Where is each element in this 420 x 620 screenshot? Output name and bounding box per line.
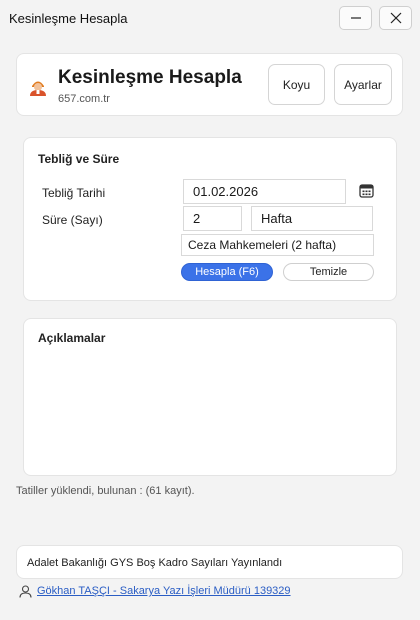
window-titlebar: Kesinleşme Hesapla — [0, 0, 420, 36]
minimize-button[interactable] — [339, 6, 372, 30]
calendar-icon[interactable] — [359, 183, 374, 198]
calculate-button[interactable]: Hesapla (F6) — [181, 263, 273, 281]
settings-button[interactable]: Ayarlar — [334, 64, 392, 105]
minimize-icon — [350, 17, 361, 19]
description-card: Açıklamalar — [23, 318, 397, 476]
close-icon — [390, 12, 401, 24]
unit-select[interactable]: Hafta — [251, 206, 373, 231]
news-card[interactable]: Adalet Bakanlığı GYS Boş Kadro Sayıları … — [16, 545, 403, 579]
author-link[interactable]: Gökhan TAŞÇI - Sakarya Yazı İşleri Müdür… — [37, 585, 291, 597]
date-label: Tebliğ Tarihi — [42, 186, 106, 200]
header-card: Kesinleşme Hesapla 657.com.tr Koyu Ayarl… — [16, 53, 403, 116]
description-title: Açıklamalar — [38, 331, 106, 345]
clear-button[interactable]: Temizle — [283, 263, 374, 281]
news-text: Adalet Bakanlığı GYS Boş Kadro Sayıları … — [27, 557, 283, 569]
app-url: 657.com.tr — [58, 93, 110, 105]
duration-label: Süre (Sayı) — [42, 213, 103, 227]
notification-form-card: Tebliğ ve Süre Tebliğ Tarihi 01.02.2026 … — [23, 137, 397, 301]
theme-toggle-button[interactable]: Koyu — [268, 64, 325, 105]
user-icon — [19, 585, 32, 598]
section-title: Tebliğ ve Süre — [38, 152, 120, 166]
duration-input[interactable]: 2 — [183, 206, 242, 231]
court-type-select[interactable]: Ceza Mahkemeleri (2 hafta) — [181, 234, 374, 256]
window-title: Kesinleşme Hesapla — [9, 11, 128, 26]
app-name: Kesinleşme Hesapla — [58, 67, 242, 88]
date-input[interactable]: 01.02.2026 — [183, 179, 346, 204]
close-button[interactable] — [379, 6, 412, 30]
judge-logo-icon — [30, 81, 46, 96]
status-text: Tatiller yüklendi, bulunan : (61 kayıt). — [16, 485, 195, 497]
